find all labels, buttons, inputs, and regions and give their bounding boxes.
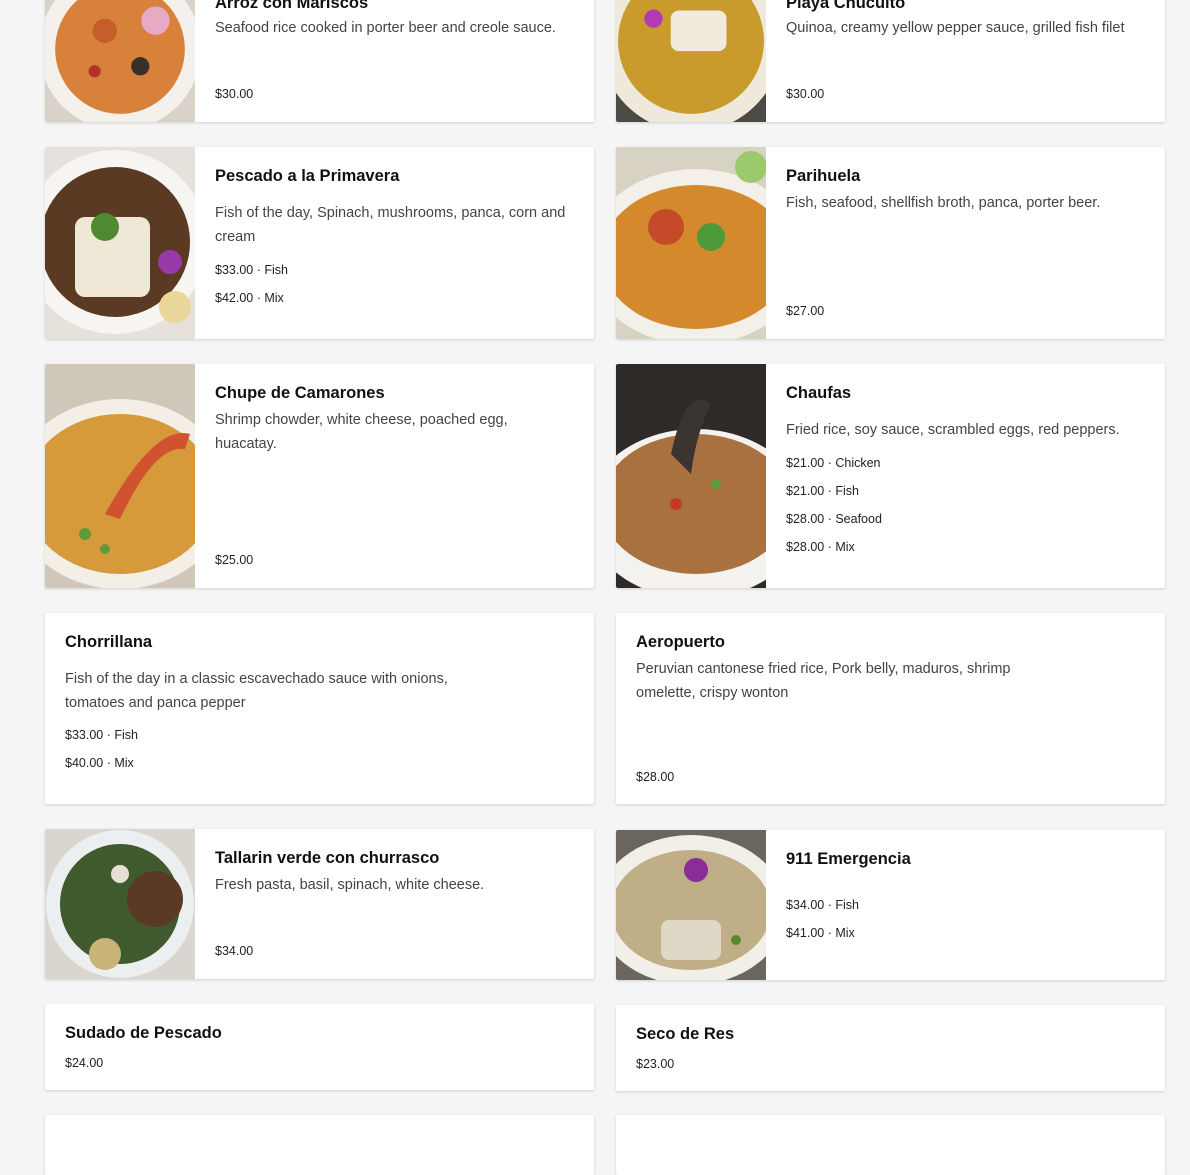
item-description: Peruvian cantonese fried rice, Pork bell…	[636, 661, 1011, 701]
item-price: $21.00 · Chicken	[786, 456, 881, 470]
menu-item-tallarin-verde[interactable]: Tallarin verde con churrasco Fresh pasta…	[45, 829, 594, 979]
menu-item-chupe-de-camarones[interactable]: Chupe de Camarones Shrimp chowder, white…	[45, 364, 594, 588]
fish-spinach-photo	[45, 147, 195, 339]
item-title: Arroz con Mariscos	[215, 0, 369, 12]
item-title: 911 Emergencia	[786, 850, 911, 868]
item-price: $33.00 · Fish	[215, 263, 288, 277]
item-title: Sudado de Pescado	[65, 1024, 222, 1042]
menu-item-card-partial[interactable]	[616, 1115, 1165, 1175]
item-description: Fried rice, soy sauce, scrambled eggs, r…	[786, 422, 1120, 438]
item-description: Fish, seafood, shellfish broth, panca, p…	[786, 195, 1101, 211]
menu-item-arroz-con-mariscos[interactable]: Arroz con Mariscos Seafood rice cooked i…	[45, 0, 594, 122]
item-price: $42.00 · Mix	[215, 291, 284, 305]
item-description: Quinoa, creamy yellow pepper sauce, gril…	[786, 20, 1125, 36]
item-price: $28.00 · Seafood	[786, 512, 882, 526]
item-price: $23.00	[636, 1057, 675, 1071]
item-price: $34.00	[215, 944, 254, 958]
item-title: Parihuela	[786, 167, 861, 185]
fried-rice-photo	[616, 364, 766, 588]
menu-item-aeropuerto[interactable]: Aeropuerto Peruvian cantonese fried rice…	[616, 613, 1165, 804]
item-title: Seco de Res	[636, 1025, 735, 1043]
green-pasta-steak-photo	[45, 829, 195, 979]
fish-cream-sauce-photo	[616, 830, 766, 980]
item-description: Fish of the day in a classic escavechado…	[65, 671, 448, 711]
item-price: $33.00 · Fish	[65, 728, 138, 742]
menu-item-911-emergencia[interactable]: 911 Emergencia $34.00 · Fish $41.00 · Mi…	[616, 830, 1165, 980]
item-title: Aeropuerto	[636, 633, 725, 651]
shrimp-chowder-photo	[45, 364, 195, 588]
menu-item-pescado-a-la-primavera[interactable]: Pescado a la Primavera Fish of the day, …	[45, 147, 594, 339]
menu-item-seco-de-res[interactable]: Seco de Res $23.00	[616, 1005, 1165, 1091]
item-title: Tallarin verde con churrasco	[215, 849, 440, 867]
item-price: $30.00	[215, 87, 254, 101]
item-description: Seafood rice cooked in porter beer and c…	[215, 20, 556, 36]
item-price: $41.00 · Mix	[786, 926, 855, 940]
menu-item-parihuela[interactable]: Parihuela Fish, seafood, shellfish broth…	[616, 147, 1165, 339]
item-title: Pescado a la Primavera	[215, 167, 400, 185]
item-description: Shrimp chowder, white cheese, poached eg…	[215, 412, 508, 452]
seafood-broth-photo	[616, 147, 766, 339]
item-title: Chupe de Camarones	[215, 384, 385, 402]
menu-item-card-partial[interactable]	[45, 1115, 594, 1175]
item-title: Playa Chucuito	[786, 0, 906, 12]
item-price: $21.00 · Fish	[786, 484, 859, 498]
quinoa-fish-photo	[616, 0, 766, 122]
item-price: $28.00	[636, 770, 675, 784]
item-price: $28.00 · Mix	[786, 540, 855, 554]
item-title: Chaufas	[786, 384, 852, 402]
item-price: $27.00	[786, 304, 825, 318]
item-title: Chorrillana	[65, 633, 153, 651]
item-price: $25.00	[215, 553, 254, 567]
item-price: $34.00 · Fish	[786, 898, 859, 912]
menu-item-sudado-de-pescado[interactable]: Sudado de Pescado $24.00	[45, 1004, 594, 1090]
item-price: $30.00	[786, 87, 825, 101]
item-price: $24.00	[65, 1056, 104, 1070]
menu-item-playa-chucuito[interactable]: Playa Chucuito Quinoa, creamy yellow pep…	[616, 0, 1165, 122]
item-description: Fresh pasta, basil, spinach, white chees…	[215, 877, 485, 893]
item-price: $40.00 · Mix	[65, 756, 134, 770]
menu-item-chaufas[interactable]: Chaufas Fried rice, soy sauce, scrambled…	[616, 364, 1165, 588]
menu-item-chorrillana[interactable]: Chorrillana Fish of the day in a classic…	[45, 613, 594, 804]
seafood-rice-photo	[45, 0, 195, 122]
item-description: Fish of the day, Spinach, mushrooms, pan…	[215, 205, 566, 245]
